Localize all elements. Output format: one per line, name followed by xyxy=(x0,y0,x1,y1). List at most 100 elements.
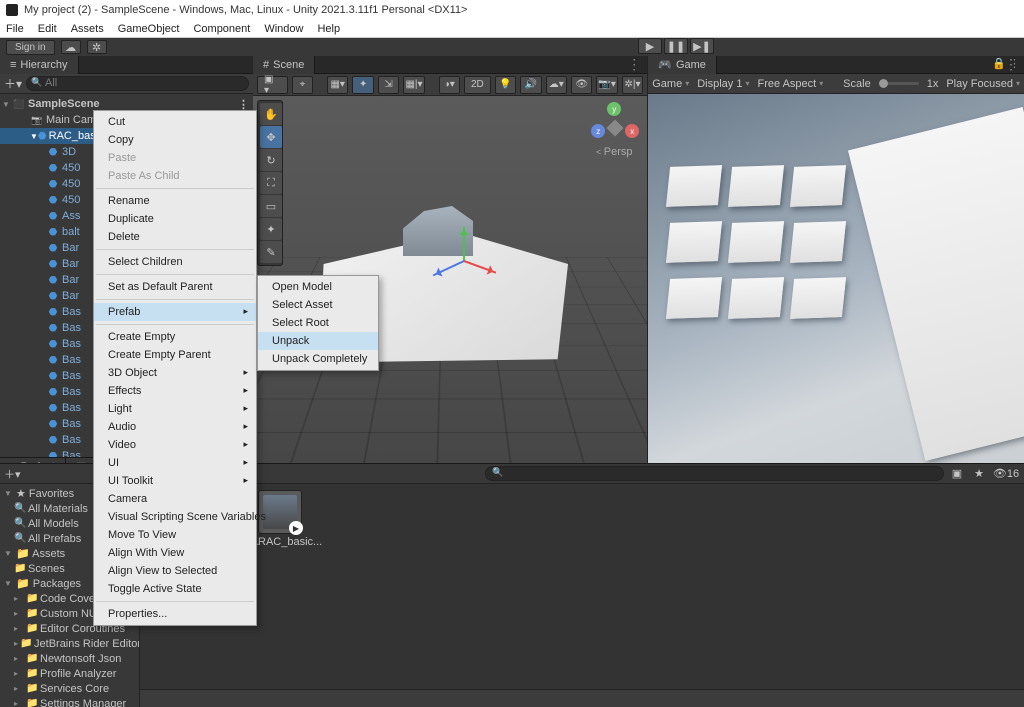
tab-scene[interactable]: # Scene xyxy=(253,56,315,74)
menu-item-properties-[interactable]: Properties... xyxy=(94,605,256,623)
tool-center-pivot[interactable]: ▣ ▾ xyxy=(257,76,288,94)
menu-edit[interactable]: Edit xyxy=(38,23,57,35)
submenu-item-unpack[interactable]: Unpack xyxy=(258,332,378,350)
menu-item-align-view-to-selected[interactable]: Align View to Selected xyxy=(94,562,256,580)
transform-gizmo[interactable] xyxy=(428,226,498,296)
menu-item-delete[interactable]: Delete xyxy=(94,228,256,246)
gizmo-x-label[interactable]: x xyxy=(625,124,639,138)
menu-file[interactable]: File xyxy=(6,23,24,35)
package-folder[interactable]: ▸📁Profile Analyzer xyxy=(0,666,139,681)
camera-settings-icon[interactable]: 📷▾ xyxy=(596,76,617,94)
menu-item-toggle-active-state[interactable]: Toggle Active State xyxy=(94,580,256,598)
move-tool-icon[interactable]: ✥ xyxy=(260,126,282,148)
create-dropdown[interactable]: ＋▾ xyxy=(4,75,22,92)
transform-tool-icon[interactable]: ✦ xyxy=(260,218,282,240)
submenu-item-open-model[interactable]: Open Model xyxy=(258,278,378,296)
play-controls: ▶ ❚❚ ▶❚ xyxy=(638,38,714,54)
custom-tool-icon[interactable]: ✎ xyxy=(260,241,282,263)
manage-icon[interactable]: ✲ xyxy=(87,40,107,54)
tab-hierarchy[interactable]: ≡ Hierarchy xyxy=(0,56,79,74)
menu-item-light[interactable]: Light xyxy=(94,400,256,418)
menu-item-visual-scripting-scene-variables[interactable]: Visual Scripting Scene Variables xyxy=(94,508,256,526)
orientation-gizmo[interactable]: y x z < Persp xyxy=(589,102,639,152)
draw-mode-icon[interactable]: ◑▾ xyxy=(439,76,460,94)
sign-in-button[interactable]: Sign in xyxy=(6,40,55,55)
scene-more-icon[interactable]: ⋮ xyxy=(621,56,647,73)
menu-item-cut[interactable]: Cut xyxy=(94,113,256,131)
menu-item-create-empty-parent[interactable]: Create Empty Parent xyxy=(94,346,256,364)
menu-item-copy[interactable]: Copy xyxy=(94,131,256,149)
cloud-icon[interactable]: ☁ xyxy=(61,40,81,54)
audio-icon[interactable]: 🔊 xyxy=(520,76,541,94)
menu-item-rename[interactable]: Rename xyxy=(94,192,256,210)
gizmo-cube-icon[interactable] xyxy=(607,120,624,137)
rotate-tool-icon[interactable]: ↻ xyxy=(260,149,282,171)
project-create-dropdown[interactable]: ＋▾ xyxy=(4,466,21,482)
package-folder[interactable]: ▸📁Newtonsoft Json xyxy=(0,651,139,666)
menu-help[interactable]: Help xyxy=(317,23,340,35)
tool-snap-icon[interactable]: ✦ xyxy=(352,76,373,94)
hand-tool-icon[interactable]: ✋ xyxy=(260,103,282,125)
hidden-icon[interactable]: 👁 xyxy=(571,76,592,94)
menu-item-ui-toolkit[interactable]: UI Toolkit xyxy=(94,472,256,490)
game-mode-dropdown[interactable]: Game xyxy=(652,78,689,90)
submenu-item-select-root[interactable]: Select Root xyxy=(258,314,378,332)
gizmo-z-axis[interactable] xyxy=(433,260,465,276)
aspect-dropdown[interactable]: Free Aspect xyxy=(758,78,824,90)
menu-item-3d-object[interactable]: 3D Object xyxy=(94,364,256,382)
scale-slider[interactable] xyxy=(879,82,919,85)
gizmo-y-axis[interactable] xyxy=(463,227,465,261)
hidden-toggle-icon[interactable]: 👁16 xyxy=(992,467,1020,480)
package-folder[interactable]: ▸📁Services Core xyxy=(0,681,139,696)
tool-snap-settings[interactable]: ⇲ xyxy=(378,76,399,94)
menu-item-camera[interactable]: Camera xyxy=(94,490,256,508)
package-folder[interactable]: ▸📁Settings Manager xyxy=(0,696,139,707)
submenu-item-unpack-completely[interactable]: Unpack Completely xyxy=(258,350,378,368)
menu-item-ui[interactable]: UI xyxy=(94,454,256,472)
favorite-filter-icon[interactable]: ★ xyxy=(970,467,988,480)
menu-item-move-to-view[interactable]: Move To View xyxy=(94,526,256,544)
menu-item-duplicate[interactable]: Duplicate xyxy=(94,210,256,228)
tab-game[interactable]: 🎮 Game xyxy=(648,56,717,74)
project-grid[interactable]: ScenesCameraM...▶RAC_basic... xyxy=(140,484,1024,707)
menu-item-select-children[interactable]: Select Children xyxy=(94,253,256,271)
persp-label[interactable]: < Persp xyxy=(589,146,639,158)
rect-tool-icon[interactable]: ▭ xyxy=(260,195,282,217)
project-search[interactable]: 🔍 xyxy=(485,466,944,481)
gizmo-x-axis[interactable] xyxy=(464,260,497,274)
menu-item-paste[interactable]: Paste xyxy=(94,149,256,167)
gizmo-z-label[interactable]: z xyxy=(591,124,605,138)
menu-item-align-with-view[interactable]: Align With View xyxy=(94,544,256,562)
panel-lock-icon[interactable]: 🔒 ⋮ xyxy=(992,57,1020,70)
package-folder[interactable]: ▸📁JetBrains Rider Editor xyxy=(0,636,139,651)
2d-toggle[interactable]: 2D xyxy=(464,76,491,94)
pause-button[interactable]: ❚❚ xyxy=(664,38,688,54)
tool-increment[interactable]: ▦|▾ xyxy=(403,76,424,94)
gizmos-icon[interactable]: ✲|▾ xyxy=(622,76,643,94)
fx-icon[interactable]: ☁▾ xyxy=(546,76,567,94)
tool-grid-icon[interactable]: ▦▾ xyxy=(327,76,348,94)
rendered-tile xyxy=(790,221,846,263)
gizmo-y-label[interactable]: y xyxy=(607,102,621,116)
menu-item-prefab[interactable]: Prefab xyxy=(94,303,256,321)
menu-item-create-empty[interactable]: Create Empty xyxy=(94,328,256,346)
hierarchy-search[interactable]: All xyxy=(26,76,249,91)
menu-window[interactable]: Window xyxy=(264,23,303,35)
tool-local-global[interactable]: ⌖ xyxy=(292,76,313,94)
menu-assets[interactable]: Assets xyxy=(71,23,104,35)
menu-item-paste-as-child[interactable]: Paste As Child xyxy=(94,167,256,185)
submenu-item-select-asset[interactable]: Select Asset xyxy=(258,296,378,314)
menu-item-set-as-default-parent[interactable]: Set as Default Parent xyxy=(94,278,256,296)
step-button[interactable]: ▶❚ xyxy=(690,38,714,54)
menu-gameobject[interactable]: GameObject xyxy=(118,23,180,35)
menu-item-video[interactable]: Video xyxy=(94,436,256,454)
display-dropdown[interactable]: Display 1 xyxy=(697,78,749,90)
lighting-icon[interactable]: 💡 xyxy=(495,76,516,94)
menu-component[interactable]: Component xyxy=(193,23,250,35)
menu-item-audio[interactable]: Audio xyxy=(94,418,256,436)
filter-icon[interactable]: ▣ xyxy=(948,467,966,480)
play-button[interactable]: ▶ xyxy=(638,38,662,54)
scale-tool-icon[interactable]: ⛶ xyxy=(260,172,282,194)
play-focused-dropdown[interactable]: Play Focused xyxy=(946,78,1020,90)
menu-item-effects[interactable]: Effects xyxy=(94,382,256,400)
